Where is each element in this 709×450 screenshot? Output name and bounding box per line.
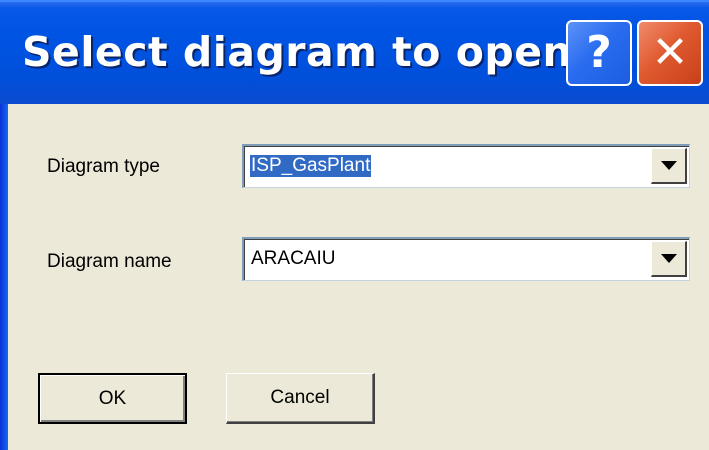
diagram-type-dropdown-button[interactable]	[651, 148, 687, 184]
diagram-name-dropdown-button[interactable]	[651, 241, 687, 277]
chevron-down-icon	[660, 254, 677, 263]
diagram-type-label: Diagram type	[47, 156, 160, 177]
help-icon: ?	[586, 27, 612, 78]
diagram-name-value: ARACAIU	[251, 248, 336, 269]
window-title: Select diagram to open	[22, 28, 573, 76]
window-frame-left	[0, 104, 8, 450]
close-icon: ✕	[651, 27, 689, 78]
cancel-button[interactable]: Cancel	[226, 373, 375, 424]
title-bar[interactable]: Select diagram to open ? ✕	[0, 0, 709, 104]
select-diagram-dialog: Select diagram to open ? ✕ Diagram type …	[0, 0, 709, 450]
diagram-type-select[interactable]: ISP_GasPlant	[242, 144, 690, 188]
diagram-name-label: Diagram name	[47, 251, 172, 272]
chevron-down-icon	[660, 161, 677, 170]
ok-button[interactable]: OK	[38, 373, 187, 424]
diagram-type-value: ISP_GasPlant	[250, 155, 372, 177]
close-button[interactable]: ✕	[637, 20, 703, 86]
diagram-name-select[interactable]: ARACAIU	[242, 237, 690, 281]
help-button[interactable]: ?	[566, 20, 632, 86]
